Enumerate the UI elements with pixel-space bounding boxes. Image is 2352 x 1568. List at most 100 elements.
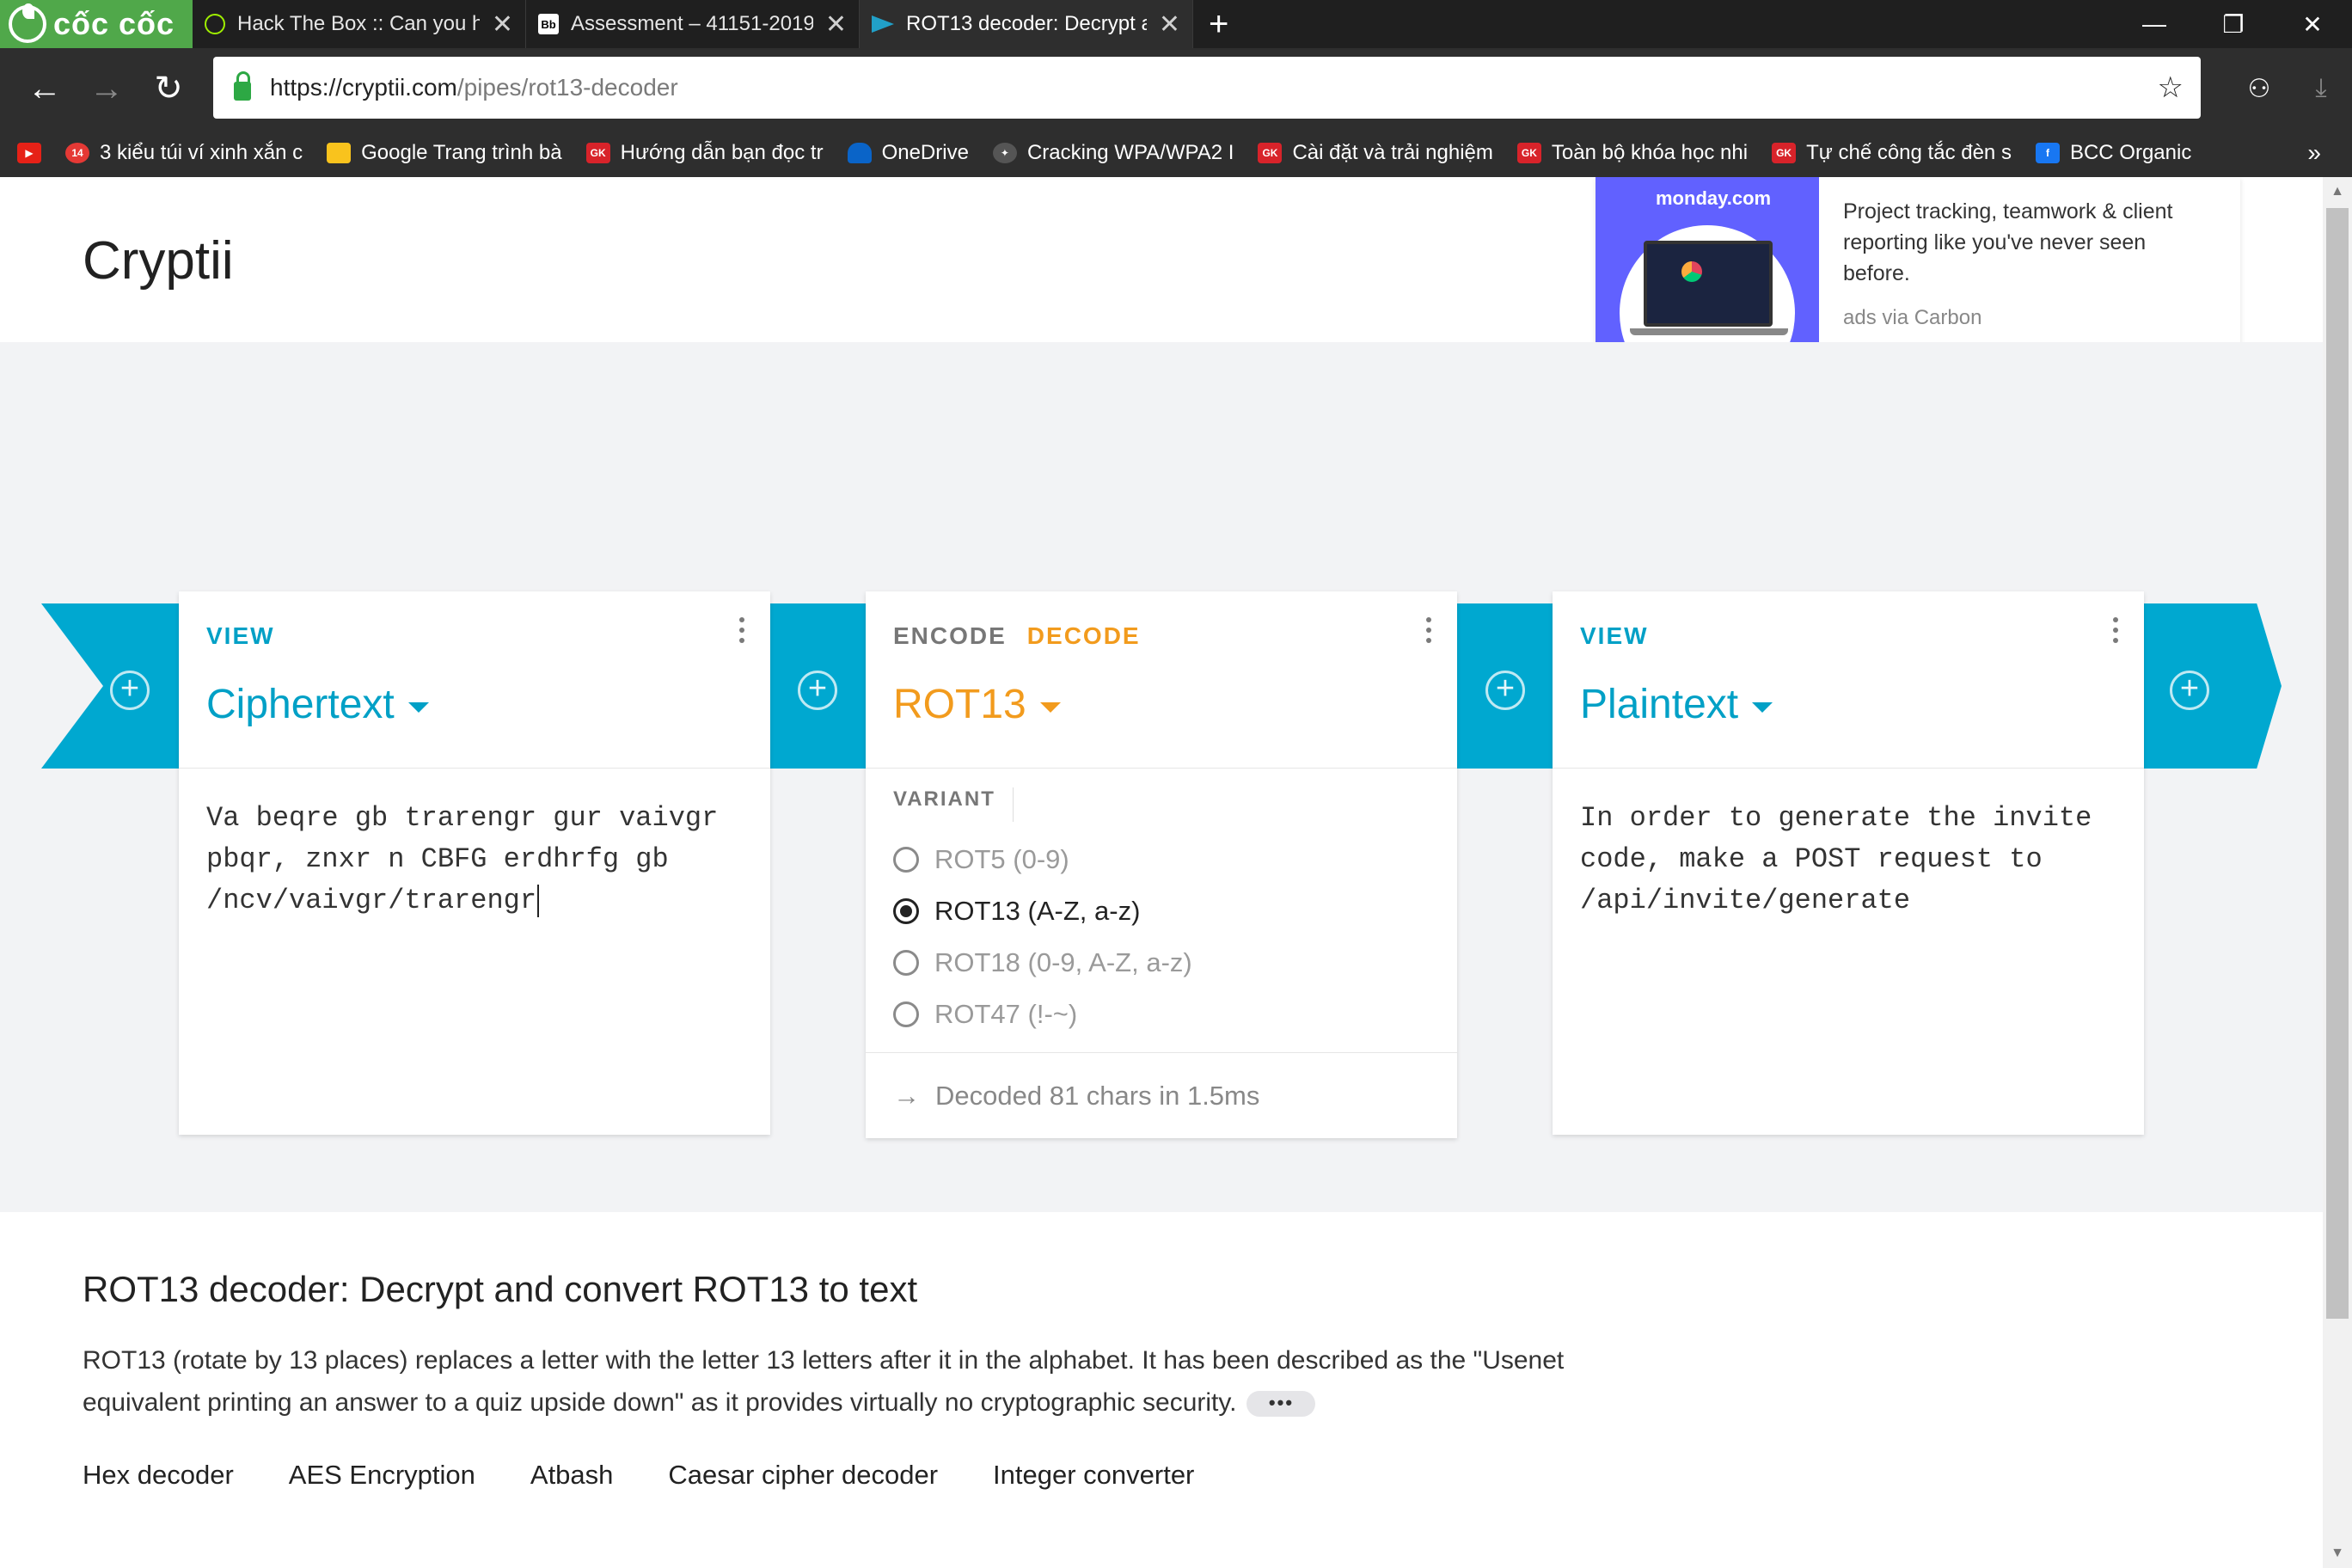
pipe-connector: +	[1456, 603, 1554, 769]
back-arrow-icon[interactable]: ←	[14, 58, 76, 119]
bookmark-item[interactable]: GK Tự chế công tắc đèn s	[1772, 141, 2012, 165]
bookmark-item[interactable]: ✦ Cracking WPA/WPA2 I	[992, 141, 1234, 165]
bookmark-label: OneDrive	[881, 141, 969, 164]
link-atbash[interactable]: Atbash	[530, 1460, 614, 1491]
rot13-encoder-brick: ENCODE DECODE ROT13 VARIANT ROT5 (0-9) R…	[866, 591, 1457, 1138]
link-integer-converter[interactable]: Integer converter	[993, 1460, 1194, 1491]
add-brick-icon[interactable]: +	[2170, 671, 2209, 710]
radio-button[interactable]	[893, 950, 919, 976]
ad-via[interactable]: ads via Carbon	[1843, 303, 2216, 334]
brick-label-view: VIEW	[1580, 622, 1649, 649]
tab-rot13-decoder[interactable]: ROT13 decoder: Decrypt and convert ✕	[860, 0, 1193, 48]
url-host: https://cryptii.com	[270, 74, 457, 101]
radio-button[interactable]	[893, 1001, 919, 1027]
variant-option-rot5[interactable]: ROT5 (0-9)	[893, 834, 1430, 885]
radio-button-selected[interactable]	[893, 898, 919, 924]
bookmark-item[interactable]: OneDrive	[847, 141, 969, 165]
show-more-button[interactable]: •••	[1246, 1391, 1316, 1418]
link-hex-decoder[interactable]: Hex decoder	[83, 1460, 234, 1491]
minimize-icon[interactable]: —	[2115, 0, 2194, 48]
pipe-area: + + + + VIEW Ciphertext Va beqre gb trar…	[0, 342, 2323, 1212]
bookmark-label: Hướng dẫn bạn đọc tr	[620, 141, 824, 164]
restore-icon[interactable]: ❐	[2194, 0, 2273, 48]
bookmark-item[interactable]: 14 3 kiểu túi ví xinh xắn c	[65, 141, 303, 165]
brick-title-dropdown[interactable]: Plaintext	[1580, 681, 1773, 728]
page-content: Cryptii monday.com Project tracking, tea…	[0, 177, 2323, 1568]
page-scrollbar[interactable]: ▲ ▼	[2323, 177, 2352, 1568]
text-cursor	[537, 884, 540, 917]
link-aes-encryption[interactable]: AES Encryption	[289, 1460, 475, 1491]
brick-label-view: VIEW	[206, 622, 275, 649]
tab-hackthebox[interactable]: Hack The Box :: Can you hack ✕	[193, 0, 526, 48]
add-brick-icon[interactable]: +	[110, 671, 150, 710]
bookmark-item[interactable]: GK Cài đặt và trải nghiệm	[1258, 141, 1493, 165]
pipe-connector-start: +	[41, 603, 179, 769]
extensions-icon[interactable]: ⚇	[2228, 58, 2290, 119]
bookmark-item[interactable]: GK Toàn bộ khóa học nhi	[1516, 141, 1748, 165]
variant-option-rot18[interactable]: ROT18 (0-9, A-Z, a-z)	[893, 937, 1430, 989]
related-links: Hex decoder AES Encryption Atbash Caesar…	[83, 1460, 1596, 1491]
bookmark-star-icon[interactable]: ☆	[2158, 70, 2184, 105]
lock-icon	[234, 71, 251, 101]
browser-tab-bar: cốc cốc Hack The Box :: Can you hack ✕ B…	[0, 0, 2352, 48]
reload-icon[interactable]: ↻	[138, 58, 199, 119]
brick-title-dropdown[interactable]: ROT13	[893, 681, 1061, 728]
download-icon[interactable]: ⤓	[2290, 58, 2352, 119]
gk-icon: GK	[1258, 143, 1283, 163]
encode-toggle[interactable]: ENCODE	[893, 622, 1007, 649]
facebook-icon: f	[2035, 143, 2060, 163]
variant-option-rot13[interactable]: ROT13 (A-Z, a-z)	[893, 885, 1430, 937]
url-path: /pipes/rot13-decoder	[456, 74, 678, 101]
browser-nav-bar: ← → ↻ https://cryptii.com/pipes/rot13-de…	[0, 48, 2352, 129]
more-vertical-icon[interactable]	[2113, 617, 2120, 648]
brick-title: Plaintext	[1580, 682, 1739, 727]
site-logo[interactable]: Cryptii	[83, 230, 234, 291]
tab-assessment[interactable]: Bb Assessment – 41151-2019 ✕	[526, 0, 860, 48]
forward-arrow-icon[interactable]: →	[76, 58, 138, 119]
bookmark-youtube[interactable]: ▶	[17, 143, 41, 163]
ad-copy[interactable]: Project tracking, teamwork & client repo…	[1819, 177, 2240, 347]
add-brick-icon[interactable]: +	[1485, 671, 1525, 710]
more-vertical-icon[interactable]	[1426, 617, 1433, 648]
close-tab-icon[interactable]: ✕	[825, 9, 847, 40]
more-bookmarks-icon[interactable]: »	[2307, 139, 2321, 167]
bookmark-item[interactable]: f BCC Organic	[2035, 141, 2191, 165]
close-window-icon[interactable]: ✕	[2273, 0, 2352, 48]
new-tab-button[interactable]: +	[1193, 0, 1244, 48]
onedrive-icon	[847, 143, 872, 163]
address-bar[interactable]: https://cryptii.com/pipes/rot13-decoder …	[213, 57, 2201, 119]
radio-button[interactable]	[893, 847, 919, 873]
close-tab-icon[interactable]: ✕	[1159, 9, 1180, 40]
ciphertext-textarea[interactable]: Va beqre gb trarengr gur vaivgr pbqr, zn…	[179, 769, 770, 1135]
brick-title-dropdown[interactable]: Ciphertext	[206, 681, 429, 728]
variant-settings: VARIANT ROT5 (0-9) ROT13 (A-Z, a-z) ROT1…	[866, 769, 1457, 1052]
link-caesar-cipher-decoder[interactable]: Caesar cipher decoder	[668, 1460, 938, 1491]
close-tab-icon[interactable]: ✕	[492, 9, 513, 40]
ciphertext-content: Va beqre gb trarengr gur vaivgr pbqr, zn…	[206, 802, 735, 916]
about-section: ROT13 decoder: Decrypt and convert ROT13…	[83, 1269, 1596, 1491]
plaintext-textarea[interactable]: In order to generate the invite code, ma…	[1553, 769, 2144, 1135]
carbon-ad[interactable]: monday.com Project tracking, teamwork & …	[1596, 177, 2240, 347]
scroll-up-icon[interactable]: ▲	[2323, 179, 2352, 205]
status-text: Decoded 81 chars in 1.5ms	[935, 1080, 1260, 1111]
brick-title: ROT13	[893, 682, 1026, 727]
laptop-base-decoration	[1630, 328, 1788, 335]
scroll-down-icon[interactable]: ▼	[2323, 1540, 2352, 1566]
google-slides-icon	[327, 143, 352, 163]
about-title: ROT13 decoder: Decrypt and convert ROT13…	[83, 1269, 918, 1309]
add-brick-icon[interactable]: +	[798, 671, 837, 710]
blackboard-favicon-icon: Bb	[538, 14, 559, 34]
ad-text: Project tracking, teamwork & client repo…	[1843, 199, 2173, 285]
tab-title: Assessment – 41151-2019	[571, 12, 813, 35]
bookmark-item[interactable]: GK Hướng dẫn bạn đọc tr	[585, 141, 824, 165]
about-description-block: ROT13 (rotate by 13 places) replaces a l…	[83, 1339, 1596, 1424]
ad-image[interactable]: monday.com	[1596, 177, 1819, 347]
scrollbar-thumb[interactable]	[2326, 208, 2349, 1319]
variant-option-rot47[interactable]: ROT47 (!-~)	[893, 989, 1430, 1040]
browser-brand[interactable]: cốc cốc	[0, 0, 193, 48]
bookmark-label: Cài đặt và trải nghiệm	[1292, 141, 1493, 164]
bookmark-item[interactable]: Google Trang trình bà	[327, 141, 562, 165]
more-vertical-icon[interactable]	[739, 617, 746, 648]
decode-toggle[interactable]: DECODE	[1027, 622, 1141, 649]
youtube-icon: ▶	[17, 143, 41, 163]
